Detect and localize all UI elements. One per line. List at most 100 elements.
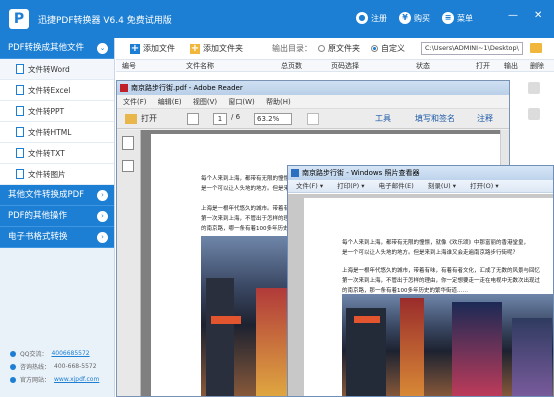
category-label: 其他文件转换成PDF: [8, 190, 85, 200]
add-file-label: 添加文件: [143, 44, 175, 53]
sidebar-item-label: 文件转Excel: [28, 85, 71, 95]
contact-label: QQ交流：: [20, 351, 48, 358]
sidebar-item-txt[interactable]: 文件转TXT: [0, 143, 114, 164]
sidebar-item-html[interactable]: 文件转HTML: [0, 122, 114, 143]
sidebar: PDF转换成其他文件 ⌄ 文件转Word 文件转Excel 文件转PPT 文件转…: [0, 38, 115, 397]
contact-label: 咨询热线：: [20, 364, 51, 371]
column-header: 总页数: [281, 62, 302, 70]
browse-folder-icon[interactable]: [530, 43, 542, 53]
radio-selected-icon: [371, 45, 378, 52]
radio-icon: [318, 45, 325, 52]
category-other-to-pdf[interactable]: 其他文件转换成PDF ›: [0, 185, 114, 206]
category-label: PDF转换成其他文件: [8, 43, 85, 53]
plus-icon: +: [130, 42, 140, 54]
street-photo: [342, 294, 553, 396]
sidebar-item-word[interactable]: 文件转Word: [0, 59, 114, 80]
category-ebook[interactable]: 电子书格式转换 ›: [0, 227, 114, 248]
category-label: PDF的其他操作: [8, 211, 68, 221]
phone-icon: [10, 363, 16, 370]
page-number-field[interactable]: 1: [213, 113, 227, 125]
adobe-icon: [120, 84, 128, 92]
open-folder-icon: [125, 114, 137, 124]
print-icon[interactable]: [187, 113, 199, 125]
paragraph: 每个人来到上海，都带有无限的憧憬，就像《欢乐颂》中那富丽的香港堂皇，: [342, 240, 530, 246]
neon-sign: [211, 316, 241, 324]
sidebar-item-ppt[interactable]: 文件转PPT: [0, 101, 114, 122]
tools-link[interactable]: 工具: [375, 113, 391, 124]
sidebar-item-label: 文件转TXT: [28, 148, 65, 158]
fill-sign-link[interactable]: 填写和签名: [415, 113, 455, 124]
menu-item[interactable]: 文件(F): [123, 98, 147, 106]
buy-button[interactable]: ¥ 购买: [399, 12, 430, 24]
menu-item[interactable]: 窗口(W): [228, 98, 254, 106]
menu-label: 菜单: [457, 13, 473, 23]
column-header: 文件名称: [186, 62, 214, 70]
photo-viewer-window: 南京路步行街 - Windows 照片查看器 文件(F) ▾ 打印(P) ▾ 电…: [287, 165, 554, 397]
category-pdf-other-ops[interactable]: PDF的其他操作 ›: [0, 206, 114, 227]
chevron-right-icon: ›: [97, 211, 108, 222]
menu-item[interactable]: 视图(V): [193, 98, 217, 106]
file-icon: [16, 148, 24, 158]
website-link[interactable]: www.xjpdf.com: [54, 376, 99, 383]
radio-original-folder[interactable]: 原文件夹: [318, 43, 360, 54]
attachment-icon[interactable]: [122, 160, 134, 172]
reader-toolbar: 打开 1 / 6 63.2% 工具 填写和签名 注释: [117, 109, 509, 129]
register-label: 注册: [371, 13, 387, 23]
category-label: 电子书格式转换: [8, 232, 68, 242]
paragraph: 是一个可以让人头地的地方。但是来到上海谁又会走遍南京路步行街呢？: [342, 250, 519, 256]
sidebar-item-image[interactable]: 文件转图片: [0, 164, 114, 185]
yen-icon: ¥: [399, 12, 411, 24]
sidebar-item-excel[interactable]: 文件转Excel: [0, 80, 114, 101]
street-photo: [201, 236, 301, 396]
comment-link[interactable]: 注释: [477, 113, 493, 124]
radio-custom-folder[interactable]: 自定义: [371, 43, 405, 54]
chevron-right-icon: ›: [97, 190, 108, 201]
pages-icon[interactable]: [122, 136, 134, 150]
output-path-field[interactable]: C:\Users\ADMINI~1\Desktop\: [421, 42, 523, 55]
menu-item[interactable]: 打印(P) ▾: [337, 182, 364, 190]
building: [400, 298, 424, 396]
photo-viewer-icon: [291, 169, 299, 177]
reader-title-bar: 南京路步行街.pdf - Adobe Reader: [117, 81, 509, 95]
menu-icon: ≡: [442, 12, 454, 24]
menu-item[interactable]: 编辑(E): [158, 98, 182, 106]
delete-icon[interactable]: [528, 108, 540, 120]
menu-item[interactable]: 打开(O) ▾: [470, 182, 499, 190]
menu-item[interactable]: 文件(F) ▾: [296, 182, 323, 190]
hotline-value: 400-668-5572: [54, 363, 97, 370]
category-pdf-to-other[interactable]: PDF转换成其他文件 ⌄: [0, 38, 114, 59]
delete-icon[interactable]: [528, 82, 540, 94]
building: [512, 318, 552, 396]
viewer-title: 南京路步行街 - Windows 照片查看器: [302, 169, 420, 177]
select-tool-icon[interactable]: [307, 113, 319, 125]
menu-item[interactable]: 电子邮件(E): [379, 182, 414, 190]
zoom-field[interactable]: 63.2%: [254, 113, 292, 125]
column-header: 状态: [416, 62, 430, 70]
qq-link[interactable]: 4006685572: [51, 350, 89, 357]
output-label: 输出目录：: [272, 44, 312, 53]
contact-hotline: 咨询热线： 400-668-5572: [10, 362, 97, 371]
viewer-menu-bar: 文件(F) ▾ 打印(P) ▾ 电子邮件(E) 刻录(U) ▾ 打开(O) ▾: [288, 180, 553, 193]
add-file-button[interactable]: + 添加文件: [130, 43, 175, 54]
buy-label: 购买: [414, 13, 430, 23]
register-button[interactable]: ● 注册: [356, 12, 387, 24]
column-header: 删除: [530, 62, 544, 70]
chevron-right-icon: ›: [97, 232, 108, 243]
open-button[interactable]: 打开: [141, 113, 157, 124]
viewer-image: 每个人来到上海，都带有无限的憧憬，就像《欢乐颂》中那富丽的香港堂皇， 是一个可以…: [304, 198, 553, 396]
add-folder-button[interactable]: + 添加文件夹: [190, 43, 243, 54]
viewer-title-bar: 南京路步行街 - Windows 照片查看器: [288, 166, 553, 180]
page-total: / 6: [231, 113, 241, 121]
close-button[interactable]: ✕: [534, 10, 542, 21]
menu-item[interactable]: 刻录(U) ▾: [428, 182, 456, 190]
title-bar: P 迅捷PDF转换器 V6.4 免费试用版 ● 注册 ¥ 购买 ≡ 菜单 — ✕: [0, 0, 554, 38]
minimize-button[interactable]: —: [508, 10, 518, 21]
paragraph: 的南京路，那一条有着100多年历史的繁华街道……: [342, 288, 468, 294]
sidebar-item-label: 文件转Word: [28, 64, 70, 74]
paragraph: 第一次来到上海，不管出于怎样的理由，: [201, 216, 301, 222]
menu-item[interactable]: 帮助(H): [266, 98, 291, 106]
paragraph: 第一次来到上海，不管出于怎样的理由，你一定想要走一走在电视中无数次出现过: [342, 278, 541, 284]
column-header: 打开: [476, 62, 490, 70]
menu-button[interactable]: ≡ 菜单: [442, 12, 473, 24]
sidebar-item-label: 文件转PPT: [28, 106, 65, 116]
